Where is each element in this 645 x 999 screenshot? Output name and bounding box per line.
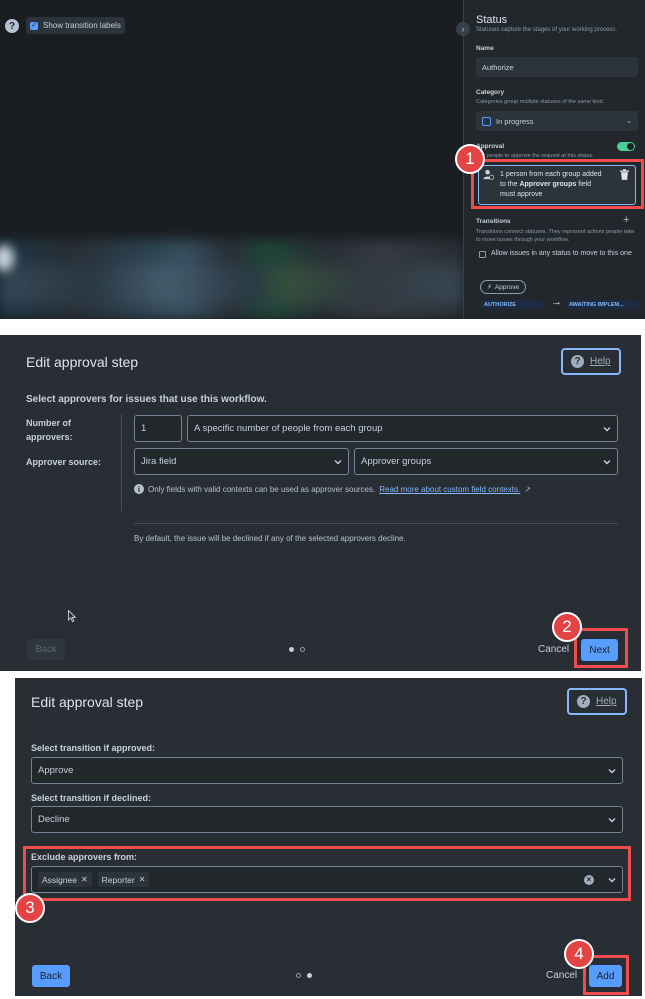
help-button[interactable]: ? Help	[561, 348, 621, 375]
from-status-lozenge: AUTHORIZE	[481, 300, 543, 309]
highlight-box-2	[574, 628, 628, 668]
add-transition-icon[interactable]: +	[623, 214, 629, 226]
declined-transition-select[interactable]: Decline	[31, 806, 623, 833]
declined-transition-value: Decline	[38, 814, 70, 825]
approve-transition-label: Approve	[494, 283, 520, 291]
approver-field-select[interactable]: Approver groups	[354, 448, 618, 475]
allow-any-status-checkbox[interactable]	[479, 251, 486, 258]
edit-approval-step-modal-2	[15, 678, 642, 996]
intro-text: Select approvers for issues that use thi…	[26, 394, 267, 405]
question-icon: ?	[571, 355, 584, 368]
cancel-button[interactable]: Cancel	[546, 970, 577, 981]
toggle-knob	[627, 143, 634, 150]
workflow-canvas[interactable]	[0, 0, 463, 319]
show-transition-labels-toggle[interactable]: ✓ Show transition labels	[26, 17, 125, 34]
num-label-line-1: Number of	[26, 418, 71, 428]
form-divider-vertical	[121, 414, 122, 511]
category-value: In progress	[496, 116, 534, 126]
category-help: Categories group multiple statuses of th…	[476, 99, 605, 105]
help-label: Help	[590, 356, 611, 367]
approval-mode-select[interactable]: A specific number of people from each gr…	[187, 415, 618, 442]
allow-any-status-text: Allow issues in any status to move to th…	[491, 250, 632, 257]
cancel-button[interactable]: Cancel	[538, 644, 569, 655]
transitions-label: Transitions	[476, 218, 511, 225]
chevron-down-icon	[603, 459, 611, 464]
approve-transition-pill[interactable]: ⚡ Approve	[480, 280, 527, 294]
external-link-icon: ↗	[524, 484, 531, 494]
blurred-workflow-diagram-lower	[0, 265, 463, 305]
info-row: i Only fields with valid contexts can be…	[134, 484, 531, 494]
number-of-approvers-input[interactable]: 1	[134, 415, 182, 442]
info-text: Only fields with valid contexts can be u…	[148, 484, 376, 494]
chevron-down-icon: ⌄	[626, 118, 632, 125]
chevron-down-icon	[608, 817, 616, 822]
divider	[134, 523, 618, 524]
approver-source-value: Jira field	[141, 456, 177, 467]
chevron-down-icon	[603, 426, 611, 431]
approver-source-select[interactable]: Jira field	[134, 448, 349, 475]
back-button[interactable]: Back	[32, 965, 70, 987]
name-label: Name	[476, 45, 494, 52]
arrow-right-icon: →	[551, 296, 562, 308]
step-badge-4: 4	[564, 939, 594, 969]
back-button[interactable]: Back	[27, 639, 65, 660]
step-badge-2: 2	[552, 612, 582, 642]
number-of-approvers-label: Number of approvers:	[26, 416, 73, 444]
approval-mode-value: A specific number of people from each gr…	[194, 423, 383, 434]
help-button[interactable]: ? Help	[567, 688, 627, 715]
checkbox-checked-icon[interactable]: ✓	[30, 21, 38, 30]
help-label: Help	[596, 696, 617, 707]
pager-dot-1	[289, 647, 294, 652]
declined-transition-label: Select transition if declined:	[31, 793, 152, 803]
lightning-icon: ⚡	[487, 284, 492, 291]
approved-transition-label: Select transition if approved:	[31, 743, 156, 753]
mouse-cursor-icon	[68, 609, 77, 623]
pager-dot-2	[307, 973, 312, 978]
transitions-help: Transitions connect statuses. They repre…	[476, 229, 635, 243]
question-icon[interactable]: ?	[5, 19, 19, 33]
to-status-lozenge: AWAITING IMPLEM...	[566, 300, 638, 309]
question-icon: ?	[577, 695, 590, 708]
approver-field-value: Approver groups	[361, 456, 432, 467]
category-label: Category	[476, 89, 505, 96]
highlight-box-3	[23, 846, 631, 901]
pager-dot-1	[296, 973, 301, 978]
approver-source-label: Approver source:	[26, 457, 102, 467]
approved-transition-select[interactable]: Approve	[31, 757, 623, 784]
modal-title: Edit approval step	[31, 694, 144, 710]
step-badge-1: 1	[455, 144, 485, 174]
category-select[interactable]: In progress ⌄	[476, 111, 638, 131]
sidebar-title: Status	[476, 14, 508, 26]
highlight-box-1	[471, 159, 644, 209]
workflow-editor-panel: ? ✓ Show transition labels › Status Stat…	[0, 0, 645, 319]
chevron-down-icon	[608, 768, 616, 773]
edit-approval-step-modal-1	[0, 335, 641, 671]
num-label-line-2: approvers:	[26, 432, 73, 442]
step-badge-3: 3	[15, 893, 45, 923]
decline-note: By default, the issue will be declined i…	[134, 534, 406, 543]
approval-toggle[interactable]	[617, 142, 635, 151]
chevron-down-icon	[334, 459, 342, 464]
chevron-right-icon[interactable]: ›	[456, 22, 470, 36]
pager-dot-2	[300, 647, 305, 652]
modal-title: Edit approval step	[26, 354, 139, 370]
info-icon: i	[134, 484, 144, 494]
status-name-input[interactable]: Authorize	[476, 57, 638, 77]
show-transition-labels-text: Show transition labels	[43, 21, 121, 30]
category-color-icon	[482, 116, 491, 126]
sidebar-subtitle: Statuses capture the stages of your work…	[476, 27, 618, 33]
custom-field-contexts-link[interactable]: Read more about custom field contexts.	[379, 485, 520, 494]
approved-transition-value: Approve	[38, 765, 74, 776]
